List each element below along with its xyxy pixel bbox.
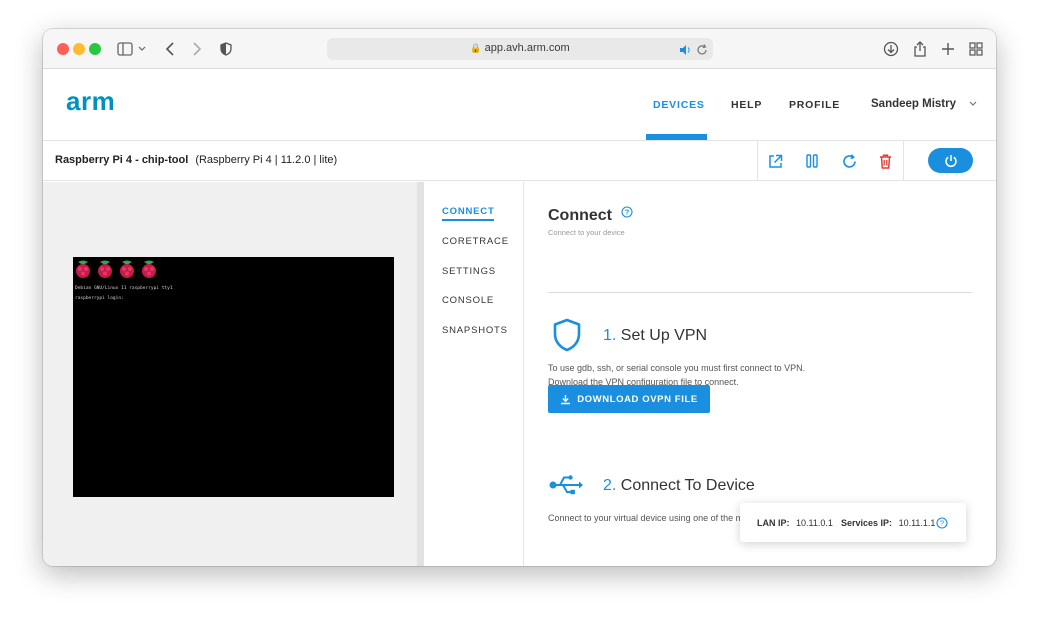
- nav-devices[interactable]: DEVICES: [653, 99, 705, 111]
- toolbar-divider: [903, 141, 904, 181]
- minimize-window-button[interactable]: [73, 43, 85, 55]
- step-2-title-text: Connect To Device: [620, 477, 755, 494]
- url-display: 🔒 app.avh.arm.com: [327, 42, 713, 54]
- tab-coretrace[interactable]: CORETRACE: [442, 236, 509, 247]
- services-ip-label: Services IP:: [841, 518, 893, 528]
- sidebar-toggle-icon[interactable]: [116, 40, 134, 58]
- page-title-text: Connect: [548, 207, 612, 224]
- panel-divider[interactable]: [417, 182, 424, 566]
- ip-info-card: LAN IP: 10.11.0.1 Services IP: 10.11.1.1…: [740, 503, 966, 542]
- services-ip-value: 10.11.1.1: [898, 518, 936, 528]
- raspberry-logo-icon: [76, 260, 90, 278]
- lan-ip: LAN IP: 10.11.0.1: [757, 518, 833, 528]
- tab-overview-icon[interactable]: [967, 40, 985, 58]
- tab-settings[interactable]: SETTINGS: [442, 266, 496, 277]
- raspberry-logo-icon: [120, 260, 134, 278]
- shield-icon: [552, 318, 582, 357]
- lan-ip-value: 10.11.0.1: [796, 518, 833, 528]
- user-menu[interactable]: Sandeep Mistry: [871, 98, 977, 110]
- nav-help[interactable]: HELP: [731, 99, 762, 111]
- svg-text:?: ?: [940, 519, 944, 528]
- device-bar: Raspberry Pi 4 - chip-tool (Raspberry Pi…: [43, 141, 996, 181]
- svg-text:?: ?: [625, 208, 630, 217]
- speaker-icon[interactable]: [679, 43, 691, 61]
- tab-active-indicator: [442, 219, 494, 221]
- restart-icon[interactable]: [840, 152, 858, 170]
- arm-logo[interactable]: arm: [66, 86, 115, 117]
- device-name: Raspberry Pi 4 - chip-tool: [55, 154, 189, 166]
- nav-profile[interactable]: PROFILE: [789, 99, 840, 111]
- share-icon[interactable]: [911, 40, 929, 58]
- power-icon: [944, 154, 958, 168]
- chevron-down-icon[interactable]: [137, 40, 147, 58]
- browser-toolbar: 🔒 app.avh.arm.com: [43, 29, 996, 69]
- raspberry-logo-icon: [142, 260, 156, 278]
- step-1-title-text: Set Up VPN: [620, 327, 708, 344]
- section-divider: [548, 292, 972, 293]
- step-2-title: 2. Connect To Device: [603, 477, 755, 495]
- reload-icon[interactable]: [696, 43, 708, 61]
- tab-connect[interactable]: CONNECT: [442, 206, 495, 217]
- close-window-button[interactable]: [57, 43, 69, 55]
- download-icon: [560, 394, 571, 405]
- power-button[interactable]: [928, 148, 973, 173]
- downloads-icon[interactable]: [882, 40, 900, 58]
- open-external-icon[interactable]: [766, 152, 784, 170]
- tab-snapshots[interactable]: SNAPSHOTS: [442, 325, 508, 336]
- privacy-shield-icon[interactable]: [217, 40, 235, 58]
- help-icon[interactable]: ?: [621, 205, 634, 223]
- step-2-number: 2.: [603, 477, 617, 494]
- url-text: app.avh.arm.com: [484, 42, 570, 54]
- device-details: (Raspberry Pi 4 | 11.2.0 | lite): [195, 154, 338, 166]
- user-name: Sandeep Mistry: [871, 98, 956, 110]
- device-title: Raspberry Pi 4 - chip-tool (Raspberry Pi…: [55, 154, 337, 166]
- address-bar[interactable]: 🔒 app.avh.arm.com: [327, 38, 713, 60]
- device-side-nav: CONNECT CORETRACE SETTINGS CONSOLE SNAPS…: [424, 182, 524, 566]
- site-header: arm DEVICES HELP PROFILE Sandeep Mistry: [43, 69, 996, 141]
- toolbar-divider: [757, 141, 758, 181]
- new-tab-icon[interactable]: [939, 40, 957, 58]
- page-subtitle: Connect to your device: [548, 228, 625, 237]
- chevron-down-icon: [969, 98, 977, 110]
- back-icon[interactable]: [161, 40, 179, 58]
- page-title: Connect ?: [548, 205, 634, 225]
- lock-icon: 🔒: [470, 43, 482, 53]
- zoom-window-button[interactable]: [89, 43, 101, 55]
- download-ovpn-label: DOWNLOAD OVPN FILE: [577, 393, 698, 405]
- help-icon[interactable]: ?: [936, 516, 948, 534]
- browser-window: 🔒 app.avh.arm.com arm DEVICES HELP PROFI…: [43, 29, 996, 566]
- step-1-number: 1.: [603, 327, 617, 344]
- usb-icon: [548, 474, 584, 501]
- lan-ip-label: LAN IP:: [757, 518, 790, 528]
- nav-active-indicator: [646, 134, 707, 140]
- device-display[interactable]: Debian GNU/Linux 11 raspberrypi tty1 ras…: [73, 257, 394, 497]
- download-ovpn-button[interactable]: DOWNLOAD OVPN FILE: [548, 385, 710, 413]
- services-ip: Services IP: 10.11.1.1: [841, 518, 935, 528]
- terminal-line: raspberrypi login:: [75, 296, 124, 301]
- terminal-line: Debian GNU/Linux 11 raspberrypi tty1: [75, 286, 173, 291]
- pause-icon[interactable]: [803, 152, 821, 170]
- tab-console[interactable]: CONSOLE: [442, 295, 494, 306]
- raspberry-logo-icon: [98, 260, 112, 278]
- step-1-title: 1. Set Up VPN: [603, 327, 707, 345]
- trash-icon[interactable]: [876, 152, 894, 170]
- forward-icon[interactable]: [188, 40, 206, 58]
